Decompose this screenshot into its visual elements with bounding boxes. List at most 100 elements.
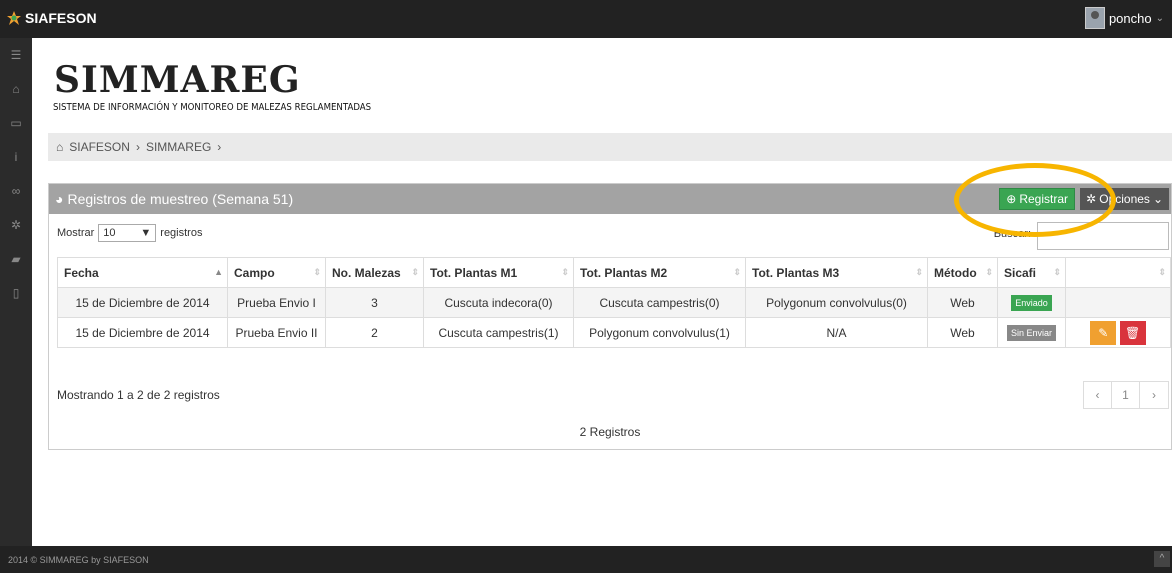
cell-m1: Cuscuta indecora(0) <box>423 287 574 318</box>
panel-title: Registros de muestreo (Semana 51) <box>67 191 294 207</box>
user-menu[interactable]: poncho ⌄ <box>1084 7 1164 29</box>
page-length-select[interactable]: 10 ▼ <box>98 224 157 242</box>
col-m2[interactable]: Tot. Plantas M2 ⇕ <box>573 257 746 288</box>
document-icon[interactable]: ▯ <box>0 276 32 310</box>
status-badge: Enviado <box>1011 294 1052 311</box>
cell-fecha: 15 de Diciembre de 2014 <box>57 317 228 348</box>
edit-button[interactable]: ✎ <box>1090 320 1117 345</box>
table-row: 15 de Diciembre de 2014 Prueba Envio II … <box>57 317 1171 348</box>
prev-page-button[interactable]: ‹ <box>1084 382 1112 408</box>
pagination: ‹ 1 › <box>1083 381 1169 409</box>
home-icon: ⌂ <box>56 140 64 154</box>
brand[interactable]: SIAFESON <box>6 10 97 26</box>
scroll-top-icon[interactable]: ^ <box>1154 551 1170 567</box>
cell-fecha: 15 de Diciembre de 2014 <box>57 287 228 318</box>
status-badge: Sin Enviar <box>1006 324 1057 341</box>
search-input[interactable] <box>1037 222 1169 250</box>
page-1-button[interactable]: 1 <box>1112 382 1140 408</box>
registrar-label: Registrar <box>1019 192 1068 206</box>
col-campo[interactable]: Campo ⇕ <box>227 257 326 288</box>
user-name: poncho <box>1108 10 1152 26</box>
cell-sicafi: Enviado <box>997 287 1066 318</box>
col-m1[interactable]: Tot. Plantas M1 ⇕ <box>423 257 574 288</box>
panel-header: ◕ Registros de muestreo (Semana 51) ⊕ Re… <box>49 184 1171 214</box>
chevron-right-icon: › <box>135 140 140 154</box>
chevron-down-icon: ⌄ <box>1152 192 1163 206</box>
col-malezas[interactable]: No. Malezas ⇕ <box>325 257 424 288</box>
registrar-button[interactable]: ⊕ Registrar <box>999 188 1075 210</box>
delete-button[interactable]: 🗑 <box>1119 320 1146 345</box>
cell-actions: ✎ 🗑 <box>1065 317 1171 348</box>
sort-icon: ⇕ <box>1053 267 1061 277</box>
book-icon[interactable]: ▰ <box>0 242 32 276</box>
trash-icon: 🗑 <box>1125 325 1141 340</box>
plus-circle-icon: ⊕ <box>1006 192 1017 206</box>
pencil-icon: ✎ <box>1098 325 1109 340</box>
circle-arrow-icon: ◕ <box>55 191 64 207</box>
next-page-button[interactable]: › <box>1140 382 1168 408</box>
menu-icon[interactable]: ☰ <box>0 38 32 72</box>
cell-malezas: 2 <box>325 317 424 348</box>
gear-icon: ✲ <box>1086 192 1097 206</box>
app-subtitle: SISTEMA DE INFORMACIÓN Y MONITOREO DE MA… <box>53 102 372 113</box>
cell-metodo: Web <box>927 287 998 318</box>
cell-campo: Prueba Envio II <box>227 317 326 348</box>
table-info: Mostrando 1 a 2 de 2 registros <box>57 388 220 402</box>
footer: 2014 © SIMMAREG by SIAFESON ^ <box>0 546 1172 573</box>
sort-asc-icon: ▲ <box>214 267 223 277</box>
cell-m3: Polygonum convolvulus(0) <box>745 287 928 318</box>
sort-icon: ⇕ <box>561 267 569 277</box>
length-control: Mostrar 10 ▼ registros <box>57 224 202 242</box>
info-icon[interactable]: i <box>0 140 32 174</box>
cell-m3: N/A <box>745 317 928 348</box>
sidebar: ☰ ⌂ ▭ i ∞ ✲ ▰ ▯ <box>0 38 32 546</box>
chevron-down-icon: ⌄ <box>1155 12 1164 24</box>
page-length-value: 10 <box>103 227 116 239</box>
app-title: SIMMAREG <box>54 59 301 101</box>
caret-down-icon: ▼ <box>140 227 152 239</box>
cell-m2: Polygonum convolvulus(1) <box>573 317 746 348</box>
sort-icon: ⇕ <box>985 267 993 277</box>
breadcrumb: ⌂ SIAFESON › SIMMAREG › <box>48 133 1172 161</box>
col-fecha[interactable]: Fecha ▲ <box>57 257 228 288</box>
table-header-row: Fecha ▲ Campo ⇕ No. Malezas ⇕ Tot. Plantas … <box>57 257 1171 288</box>
cell-malezas: 3 <box>325 287 424 318</box>
gear-icon[interactable]: ✲ <box>0 208 32 242</box>
opciones-label: Opciones <box>1099 192 1150 206</box>
folder-icon[interactable]: ▭ <box>0 106 32 140</box>
records-table: Fecha ▲ Campo ⇕ No. Malezas ⇕ Tot. Plantas … <box>57 257 1171 348</box>
total-records: 2 Registros <box>579 425 641 439</box>
col-sicafi[interactable]: Sicafi ⇕ <box>997 257 1066 288</box>
col-m3[interactable]: Tot. Plantas M3 ⇕ <box>745 257 928 288</box>
col-actions[interactable]: ⇕ <box>1065 257 1171 288</box>
breadcrumb-item-siafeson[interactable]: SIAFESON <box>69 140 130 154</box>
sort-icon: ⇕ <box>915 267 923 277</box>
sort-icon: ⇕ <box>733 267 741 277</box>
avatar <box>1084 7 1105 29</box>
records-label: registros <box>160 227 203 239</box>
cell-m1: Cuscuta campestris(1) <box>423 317 574 348</box>
col-metodo[interactable]: Método ⇕ <box>927 257 998 288</box>
sort-icon: ⇕ <box>1158 267 1166 277</box>
cell-actions <box>1065 287 1171 318</box>
sort-icon: ⇕ <box>313 267 321 277</box>
siafeson-logo-icon <box>7 11 21 25</box>
cell-metodo: Web <box>927 317 998 348</box>
chevron-right-icon: › <box>217 140 222 154</box>
records-panel: ◕ Registros de muestreo (Semana 51) ⊕ Re… <box>48 183 1172 450</box>
link-icon[interactable]: ∞ <box>0 174 32 208</box>
main-content: SIMMAREG SISTEMA DE INFORMACIÓN Y MONITO… <box>32 38 1172 546</box>
cell-sicafi: Sin Enviar <box>997 317 1066 348</box>
show-label: Mostrar <box>57 227 95 239</box>
table-row: 15 de Diciembre de 2014 Prueba Envio I 3… <box>57 287 1171 318</box>
breadcrumb-item-simmareg[interactable]: SIMMAREG <box>146 140 211 154</box>
search-label: Buscar: <box>993 228 1031 240</box>
footer-text: 2014 © SIMMAREG by SIAFESON <box>8 554 149 565</box>
cell-m2: Cuscuta campestris(0) <box>573 287 746 318</box>
top-navbar: SIAFESON poncho ⌄ <box>0 0 1172 38</box>
cell-campo: Prueba Envio I <box>227 287 326 318</box>
brand-name: SIAFESON <box>25 10 97 26</box>
opciones-button[interactable]: ✲ Opciones ⌄ <box>1080 188 1169 210</box>
sort-icon: ⇕ <box>411 267 419 277</box>
home-icon[interactable]: ⌂ <box>0 72 32 106</box>
